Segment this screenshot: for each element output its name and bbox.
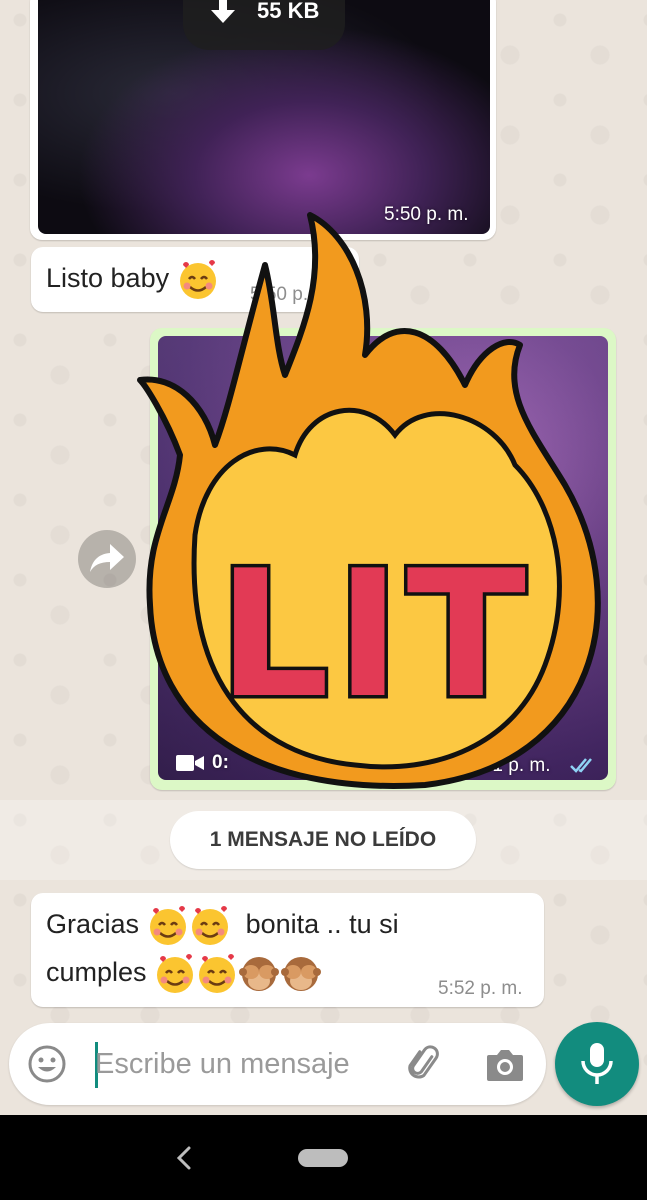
back-chevron-icon[interactable]: [174, 1145, 194, 1171]
media-size-label: 55 KB: [257, 0, 320, 23]
see-no-evil-monkey-emoji-icon: [281, 956, 322, 991]
message-text: Gracias: [46, 909, 140, 939]
download-arrow-icon: [211, 0, 235, 23]
message-text: bonita .. tu si: [245, 909, 399, 939]
message-time: 5:52 p. m.: [438, 978, 523, 999]
paperclip-icon[interactable]: [405, 1044, 445, 1084]
message-input[interactable]: [85, 1043, 395, 1085]
camera-icon[interactable]: [485, 1047, 525, 1083]
forward-button[interactable]: [78, 530, 136, 588]
forward-icon: [90, 544, 124, 572]
system-navigation-bar: [0, 1115, 647, 1200]
smiling-hearts-emoji-icon: [157, 953, 194, 993]
microphone-button[interactable]: [555, 1022, 639, 1106]
message-composer: [9, 1023, 546, 1105]
lit-fire-sticker[interactable]: LIT: [135, 205, 615, 795]
download-button[interactable]: 55 KB: [183, 0, 345, 50]
home-pill-icon[interactable]: [298, 1149, 348, 1167]
message-text: cumples: [46, 957, 147, 987]
smiley-icon[interactable]: [27, 1044, 67, 1084]
unread-messages-label: 1 MENSAJE NO LEÍDO: [170, 811, 476, 869]
sticker-text: LIT: [218, 534, 532, 737]
smiling-hearts-emoji-icon: [199, 953, 236, 993]
microphone-icon: [581, 1043, 613, 1084]
see-no-evil-monkey-emoji-icon: [239, 956, 280, 991]
smiling-hearts-emoji-icon: [191, 905, 228, 945]
smiling-hearts-emoji-icon: [149, 905, 186, 945]
